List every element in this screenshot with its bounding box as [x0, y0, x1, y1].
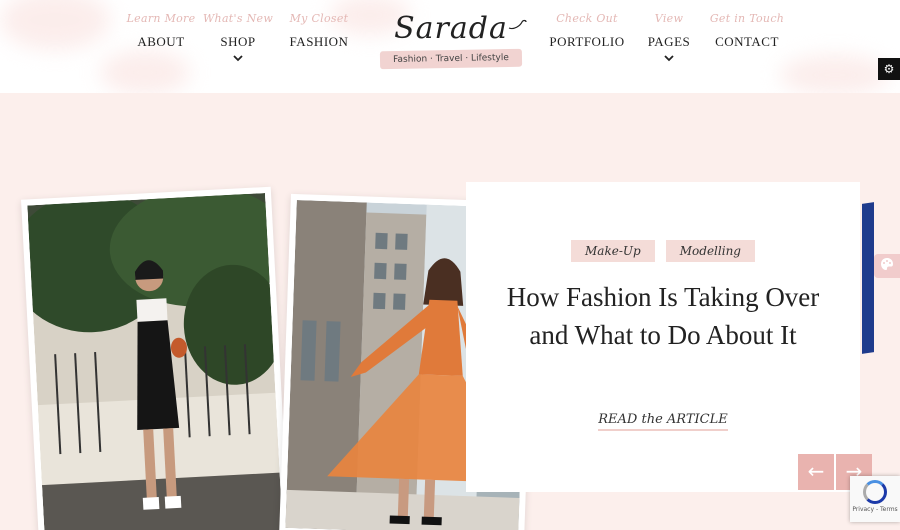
nav-subtitle: What's New	[202, 12, 274, 25]
recaptcha-icon	[863, 480, 887, 504]
nav-item-contact[interactable]: Get in Touch CONTACT	[702, 12, 792, 50]
hero-slider: Make-Up Modelling How Fashion Is Taking …	[0, 93, 900, 530]
logo-swash-icon	[508, 19, 527, 30]
site-header: Learn More ABOUT What's New SHOP My Clos…	[0, 0, 900, 95]
slider-prev-button[interactable]: ←	[798, 454, 834, 490]
slide-photo-street-style	[21, 186, 289, 530]
arrow-left-icon: ←	[807, 459, 825, 483]
nav-label[interactable]: SHOP	[193, 34, 283, 50]
chevron-down-icon[interactable]	[233, 54, 243, 62]
nav-label[interactable]: PORTFOLIO	[542, 34, 632, 50]
nav-label[interactable]: FASHION	[274, 34, 364, 50]
photo-woman-black-skirt	[27, 193, 283, 530]
tag-modelling[interactable]: Modelling	[665, 240, 755, 262]
nav-subtitle: My Closet	[289, 12, 349, 25]
nav-subtitle: Check Out	[556, 12, 618, 25]
nav-item-pages[interactable]: View PAGES	[624, 12, 714, 62]
color-palette-button[interactable]	[874, 254, 900, 278]
next-slide-peek	[862, 202, 874, 354]
article-title[interactable]: How Fashion Is Taking Over and What to D…	[496, 278, 830, 354]
logo-wordmark: Sarada	[394, 11, 508, 46]
nav-label[interactable]: PAGES	[624, 34, 714, 50]
site-logo[interactable]: Sarada Fashion · Travel · Lifestyle	[378, 11, 527, 72]
read-article-link-wrap: READ the ARTICLE	[466, 408, 860, 431]
recaptcha-badge[interactable]: Privacy - Terms	[850, 476, 900, 522]
recaptcha-links[interactable]: Privacy - Terms	[850, 506, 900, 513]
nav-item-fashion[interactable]: My Closet FASHION	[274, 12, 364, 50]
nav-label[interactable]: CONTACT	[702, 34, 792, 50]
decorative-blob	[780, 55, 890, 95]
decorative-blob	[0, 0, 110, 50]
palette-icon	[881, 258, 893, 270]
gear-icon: ⚙	[883, 62, 895, 76]
nav-item-portfolio[interactable]: Check Out PORTFOLIO	[542, 12, 632, 50]
chevron-down-icon[interactable]	[664, 54, 674, 62]
read-article-link[interactable]: READ the ARTICLE	[598, 412, 728, 431]
logo-tagline: Fashion · Travel · Lifestyle	[379, 48, 523, 70]
decorative-blob	[100, 50, 190, 95]
nav-item-shop[interactable]: What's New SHOP	[193, 12, 283, 62]
settings-button[interactable]: ⚙	[878, 58, 900, 80]
article-card: Make-Up Modelling How Fashion Is Taking …	[466, 182, 860, 492]
nav-subtitle: Get in Touch	[709, 12, 785, 25]
nav-subtitle: View	[654, 12, 684, 25]
category-tags: Make-Up Modelling	[466, 240, 860, 262]
tag-make-up[interactable]: Make-Up	[571, 240, 655, 262]
